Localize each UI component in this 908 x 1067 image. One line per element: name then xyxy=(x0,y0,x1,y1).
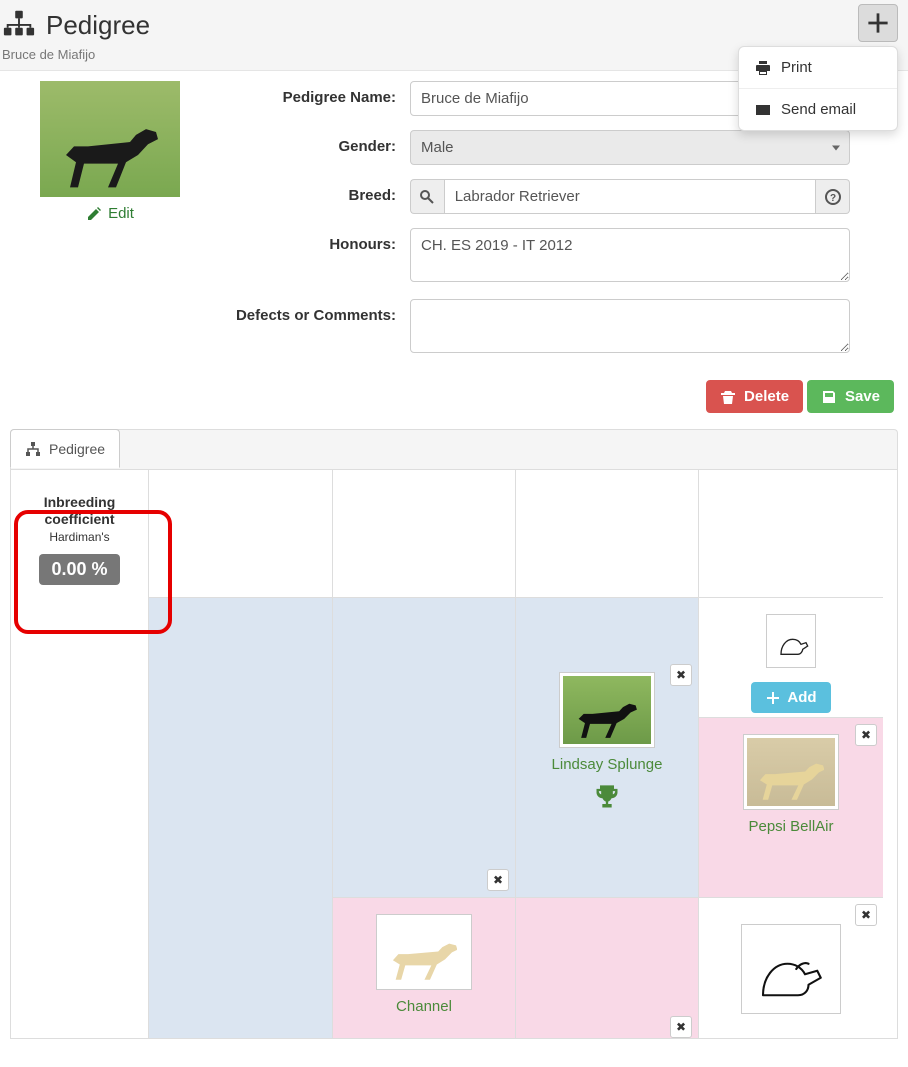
tabs: Pedigree xyxy=(10,429,898,469)
father-name-link[interactable]: Lindsay Splunge xyxy=(526,756,688,773)
mother-thumb xyxy=(376,914,472,990)
sitemap-icon xyxy=(25,440,41,457)
trophy-icon xyxy=(526,783,688,818)
save-label: Save xyxy=(845,388,880,405)
delete-button[interactable]: Delete xyxy=(706,380,803,413)
edit-photo-link[interactable]: Edit xyxy=(86,205,134,222)
paternal-gm-link[interactable]: Pepsi BellAir xyxy=(709,818,873,835)
breed-search-button[interactable] xyxy=(410,179,444,214)
edit-icon xyxy=(86,205,102,222)
honours-textarea[interactable] xyxy=(410,228,850,282)
breed-input[interactable] xyxy=(444,179,817,214)
save-button[interactable]: Save xyxy=(807,380,894,413)
print-icon xyxy=(755,59,771,76)
print-label: Print xyxy=(781,59,812,76)
label-honours: Honours: xyxy=(230,228,410,285)
close-icon: ✖ xyxy=(861,728,871,742)
gen1-sire-slot xyxy=(149,598,333,1038)
paternal-gm-cell: ✖ Pepsi BellAir xyxy=(699,718,883,898)
remove-button[interactable]: ✖ xyxy=(855,904,877,926)
dog-placeholder-icon xyxy=(741,924,841,1014)
remove-father-button[interactable]: ✖ xyxy=(670,664,692,686)
edit-label: Edit xyxy=(108,205,134,222)
empty-cell xyxy=(11,598,149,1038)
close-icon: ✖ xyxy=(676,668,686,682)
add-label: Add xyxy=(787,689,816,706)
main-photo xyxy=(40,81,180,197)
father-cell: ✖ Lindsay Splunge xyxy=(516,598,699,898)
remove-pepsi-button[interactable]: ✖ xyxy=(855,724,877,746)
page-title: Pedigree xyxy=(46,10,150,41)
ancestor-add-cell: ✖ xyxy=(699,898,883,1038)
empty-cell xyxy=(516,470,699,598)
remove-button[interactable]: ✖ xyxy=(670,1016,692,1038)
gen2-sire-slot: ✖ xyxy=(333,598,516,898)
trash-icon xyxy=(720,388,736,405)
label-pedigree-name: Pedigree Name: xyxy=(230,81,410,116)
delete-label: Delete xyxy=(744,388,789,405)
empty-cell xyxy=(699,470,883,598)
gen3-dam-slot: ✖ xyxy=(516,898,699,1038)
action-bar: Delete Save xyxy=(0,370,908,429)
search-icon xyxy=(419,188,435,205)
photo-column: Edit xyxy=(10,81,210,370)
coef-title-l1: Inbreeding xyxy=(29,494,130,511)
print-menu-item[interactable]: Print xyxy=(739,47,897,88)
inbreeding-highlight xyxy=(14,510,172,634)
add-ancestor-button[interactable]: Add xyxy=(751,682,830,713)
close-icon: ✖ xyxy=(676,1020,686,1034)
envelope-icon xyxy=(755,101,771,118)
breed-help-button[interactable]: ? xyxy=(816,179,850,214)
tab-pedigree-label: Pedigree xyxy=(49,441,105,457)
send-email-menu-item[interactable]: Send email xyxy=(739,88,897,130)
save-icon xyxy=(821,388,837,405)
actions-dropdown: Print Send email xyxy=(738,46,898,131)
close-icon: ✖ xyxy=(493,873,503,887)
send-email-label: Send email xyxy=(781,101,856,118)
empty-cell xyxy=(149,470,333,598)
label-defects: Defects or Comments: xyxy=(230,299,410,356)
father-thumb xyxy=(559,672,655,748)
mother-name-link[interactable]: Channel xyxy=(343,998,505,1015)
gender-select[interactable]: Male xyxy=(410,130,850,165)
label-gender: Gender: xyxy=(230,130,410,165)
mother-cell: Channel xyxy=(333,898,516,1038)
question-icon: ? xyxy=(825,188,841,205)
empty-cell xyxy=(333,470,516,598)
label-breed: Breed: xyxy=(230,179,410,214)
sitemap-icon xyxy=(2,10,36,41)
svg-text:?: ? xyxy=(830,193,836,204)
remove-mother-button[interactable]: ✖ xyxy=(487,869,509,891)
defects-textarea[interactable] xyxy=(410,299,850,353)
paternal-gf-add-cell: Add xyxy=(699,598,883,718)
plus-icon xyxy=(765,689,781,706)
top-bar: Pedigree Bruce de Miafijo Print Send ema… xyxy=(0,0,908,71)
paternal-gm-thumb xyxy=(743,734,839,810)
add-menu-button[interactable] xyxy=(858,4,898,42)
dog-placeholder-icon xyxy=(766,614,816,668)
close-icon: ✖ xyxy=(861,908,871,922)
tab-pedigree[interactable]: Pedigree xyxy=(10,429,120,468)
